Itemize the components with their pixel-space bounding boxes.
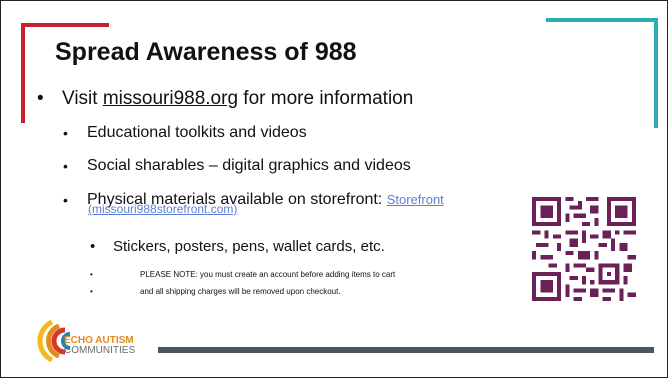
note-text: and all shipping charges will be removed… bbox=[140, 287, 341, 296]
logo-text: ECHO AUTISM COMMUNITIES bbox=[64, 336, 135, 356]
bullet-dot: • bbox=[90, 270, 93, 279]
sub-sub-bullet-text: Stickers, posters, pens, wallet cards, e… bbox=[113, 238, 385, 255]
sub-bullet-text: Educational toolkits and videos bbox=[87, 124, 307, 141]
bullet-dot: • bbox=[37, 88, 44, 109]
red-accent-vertical bbox=[21, 23, 25, 123]
bullet-visit-text: Visit missouri988.org for more informati… bbox=[62, 88, 413, 110]
storefront-url-link[interactable]: (missouri988storefront.com) bbox=[88, 202, 237, 216]
bullet-dot: • bbox=[63, 125, 68, 141]
slide-title: Spread Awareness of 988 bbox=[55, 38, 357, 66]
visit-prefix: Visit bbox=[62, 88, 103, 109]
bullet-dot: • bbox=[63, 158, 68, 174]
teal-accent-vertical bbox=[654, 18, 658, 128]
sub-bullet-text: Social sharables – digital graphics and … bbox=[87, 157, 411, 174]
missouri988-link[interactable]: missouri988.org bbox=[103, 88, 238, 109]
footer-bar bbox=[158, 347, 654, 353]
storefront-link[interactable]: Storefront bbox=[387, 192, 444, 207]
bullet-dot: • bbox=[63, 192, 68, 208]
qr-code[interactable] bbox=[532, 197, 636, 301]
note-text: PLEASE NOTE: you must create an account … bbox=[140, 270, 396, 279]
logo-line-2: COMMUNITIES bbox=[64, 345, 136, 356]
bullet-dot: • bbox=[90, 238, 96, 255]
teal-accent-horizontal bbox=[546, 18, 658, 22]
visit-suffix: for more information bbox=[238, 88, 414, 109]
red-accent-horizontal bbox=[21, 23, 109, 27]
bullet-dot: • bbox=[90, 287, 93, 296]
